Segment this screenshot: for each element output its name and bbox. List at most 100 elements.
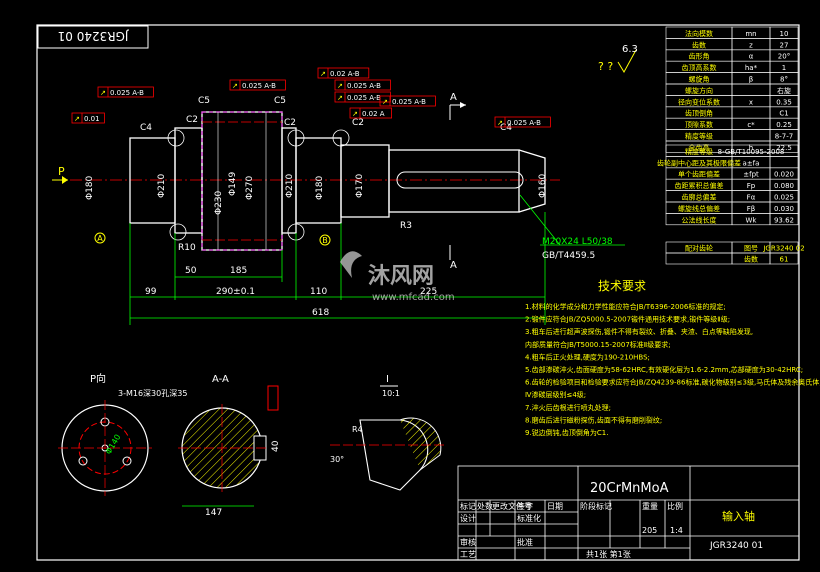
table-cell-text: 27 bbox=[780, 41, 789, 49]
table-cell-text: 齿数 bbox=[744, 255, 758, 264]
p-view: P向 3-M16深30孔深35 Φ140 bbox=[58, 372, 187, 496]
svg-text:40: 40 bbox=[271, 440, 281, 452]
table-cell-text: 图号 bbox=[744, 245, 758, 253]
svg-text:GB/T4459.5: GB/T4459.5 bbox=[542, 251, 595, 261]
svg-text:1:4: 1:4 bbox=[670, 526, 683, 535]
svg-text:阶段标记: 阶段标记 bbox=[580, 501, 612, 511]
roughness-general: ? ? 6.3 bbox=[598, 44, 638, 74]
table-cell-text: 8-GB/T10095-2008 bbox=[718, 148, 785, 156]
params-table: 法向模数 mn 10 齿数 z 27 齿形角 α 20° 齿顶高系数 ha* 1 螺旋角 β 8° 螺旋方向 右… bbox=[665, 26, 799, 153]
svg-text:输入轴: 输入轴 bbox=[722, 509, 755, 523]
table-cell-text: 精度等级 bbox=[685, 147, 713, 156]
tech-note: 3.粗车后进行超声波探伤,锻件不得有裂纹、折叠、夹渣、白点等缺陷发现, bbox=[525, 327, 753, 336]
table-cell-text: 配对齿轮 bbox=[685, 244, 713, 253]
svg-text:签字: 签字 bbox=[517, 501, 533, 511]
table-cell-text: α bbox=[749, 53, 754, 61]
technical-requirements: 技术要求 1.材料的化学成分和力学性能应符合JB/T6396-2006标准的规定… bbox=[525, 279, 820, 437]
table-cell-text: 齿轮副中心距及其极限偏差 bbox=[657, 158, 741, 167]
table-cell-text: 齿数 bbox=[692, 40, 706, 49]
svg-text:处数: 处数 bbox=[477, 501, 493, 511]
table-cell-text: c* bbox=[747, 121, 755, 129]
table-cell-text: 顶隙系数 bbox=[685, 120, 713, 129]
svg-text:A-A: A-A bbox=[212, 374, 229, 385]
tolerance-symbol: ↗ bbox=[337, 82, 343, 90]
table-cell-text: ±fpt bbox=[743, 171, 759, 179]
mating-table: 配对齿轮 图号 JGR3240 02 齿数 61 bbox=[665, 241, 805, 265]
tolerance-symbol: ↗ bbox=[320, 70, 326, 78]
svg-text:185: 185 bbox=[230, 266, 247, 276]
table-cell-text: mn bbox=[745, 30, 756, 38]
svg-text:Φ210: Φ210 bbox=[157, 173, 167, 198]
svg-text:日期: 日期 bbox=[547, 502, 563, 511]
table-cell bbox=[769, 156, 799, 169]
tolerance-symbol: ↗ bbox=[337, 94, 343, 102]
tolerance-text: 0.02 A bbox=[362, 110, 385, 118]
table-cell-text: 齿形角 bbox=[689, 52, 710, 61]
table-cell-text: 10 bbox=[780, 30, 789, 38]
tech-note: 8.磨齿后进行磁粉探伤,齿面不得有磨削裂纹; bbox=[525, 415, 662, 424]
table-cell-text: 8-7-7 bbox=[775, 133, 793, 141]
svg-text:Φ140: Φ140 bbox=[104, 433, 123, 456]
table-cell-text: 1 bbox=[782, 64, 786, 72]
svg-text:20CrMnMoA: 20CrMnMoA bbox=[590, 481, 669, 496]
svg-text:50: 50 bbox=[185, 266, 197, 276]
svg-text:Φ180: Φ180 bbox=[315, 175, 325, 200]
table-cell bbox=[731, 106, 771, 119]
section-aa: A-A 147 40 bbox=[178, 374, 281, 518]
detail-i: I 10:1 R4 30° bbox=[330, 374, 445, 491]
cad-drawing: JGR3240 01 法向模数 mn 10 齿数 z 27 齿形角 α 20° 齿顶高系数 ha* 1… bbox=[36, 24, 820, 561]
chamfer-label: C2 bbox=[352, 118, 364, 128]
tech-note: 内部质量符合JB/T5000.15-2007标准Ⅱ级要求; bbox=[525, 340, 671, 349]
chamfer-label: C2 bbox=[186, 115, 198, 125]
tech-note: 4.粗车后正火处理,硬度为190-210HBS; bbox=[525, 352, 650, 361]
svg-text:M20X24 L50/38: M20X24 L50/38 bbox=[542, 237, 613, 247]
svg-text:A: A bbox=[450, 92, 457, 103]
tolerance-text: 0.025 A-B bbox=[347, 82, 381, 90]
svg-text:I: I bbox=[386, 374, 389, 385]
table-cell-text: 8° bbox=[780, 76, 788, 84]
svg-text:30°: 30° bbox=[330, 455, 344, 464]
svg-text:B: B bbox=[322, 236, 328, 245]
params-table-2: 精度等级 8-GB/T10095-2008 齿轮副中心距及其极限偏差 a±fa 单个齿距… bbox=[657, 144, 799, 226]
svg-text:R3: R3 bbox=[400, 221, 412, 231]
table-cell-text: 61 bbox=[780, 256, 789, 264]
svg-text:标准化: 标准化 bbox=[517, 513, 541, 523]
table-cell-text: z bbox=[749, 41, 753, 49]
tolerance-symbol: ↗ bbox=[232, 82, 238, 90]
table-cell-text: 0.025 bbox=[774, 194, 794, 202]
tolerance-symbol: ↗ bbox=[382, 98, 388, 106]
table-cell-text: JGR3240 02 bbox=[762, 245, 804, 253]
tolerance-frames: ↗ 0.025 A-B↗ 0.025 A-B↗ 0.02 A-B↗ 0.025 A-B↗… bbox=[71, 67, 551, 128]
chamfer-label: C5 bbox=[198, 96, 210, 106]
table-cell-text: 法向模数 bbox=[685, 29, 713, 38]
svg-text:技术要求: 技术要求 bbox=[598, 279, 646, 293]
diameter-labels: Φ180 Φ210 Φ230 Φ149 Φ270 Φ210 Φ180 Φ170 … bbox=[85, 171, 548, 215]
tolerance-text: 0.025 A-B bbox=[110, 89, 144, 97]
table-cell bbox=[731, 129, 771, 142]
tolerance-text: 0.025 A-B bbox=[392, 98, 426, 106]
table-cell-text: 单个齿距偏差 bbox=[678, 170, 720, 179]
table-cell-text: C1 bbox=[779, 110, 788, 118]
table-cell-text: 螺旋方向 bbox=[685, 86, 713, 95]
table-cell bbox=[665, 252, 733, 265]
svg-text:3-M16深30孔深35: 3-M16深30孔深35 bbox=[118, 389, 187, 398]
table-cell-text: 20° bbox=[778, 53, 790, 61]
table-cell-text: 螺旋角 bbox=[689, 75, 710, 84]
tech-note: 5.齿部渗碳淬火,齿面硬度为58-62HRC,有效硬化层为1.6-2.2mm,芯… bbox=[525, 365, 803, 374]
table-cell-text: 螺旋线总偏差 bbox=[678, 204, 720, 213]
svg-text:Φ210: Φ210 bbox=[285, 173, 295, 198]
svg-text:99: 99 bbox=[145, 287, 157, 297]
table-cell-text: Fα bbox=[747, 194, 756, 202]
svg-text:重量: 重量 bbox=[642, 501, 658, 511]
tolerance-text: 0.025 A-B bbox=[507, 119, 541, 127]
tolerance-symbol: ↗ bbox=[100, 89, 106, 97]
thread-note: M20X24 L50/38 GB/T4459.5 bbox=[519, 194, 625, 261]
table-cell-text: 径向变位系数 bbox=[678, 97, 720, 106]
tech-note: 2.锻件应符合JB/ZQ5000.5-2007锻件通用技术要求,锻件等级Ⅱ级; bbox=[525, 315, 730, 324]
tech-note: Ⅳ渗碳层级别≤4级; bbox=[525, 390, 586, 399]
svg-text:Φ160: Φ160 bbox=[538, 173, 548, 198]
tolerance-symbol: ↗ bbox=[352, 110, 358, 118]
svg-text:6.3: 6.3 bbox=[622, 44, 638, 55]
table-cell-text: Fp bbox=[747, 182, 756, 190]
table-cell-text: ha* bbox=[745, 64, 758, 72]
